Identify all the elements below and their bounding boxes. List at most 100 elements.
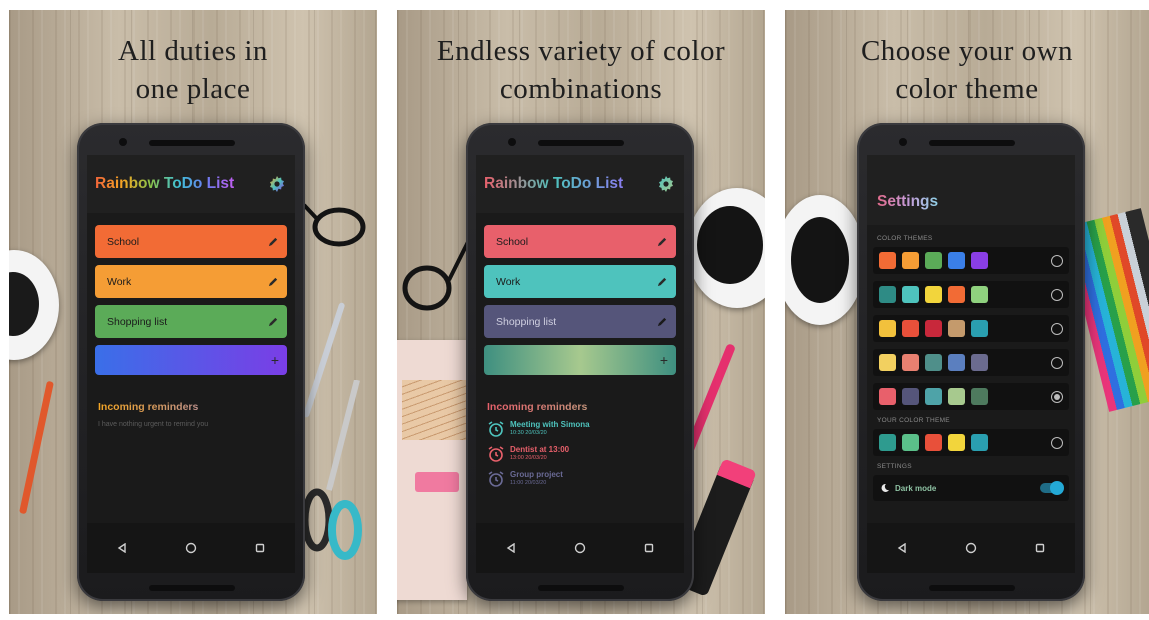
speaker-grille (929, 585, 1015, 591)
caption-line: one place (135, 73, 251, 105)
recents-button[interactable] (639, 538, 659, 558)
back-icon (506, 543, 515, 553)
recents-button[interactable] (1030, 538, 1050, 558)
dark-mode-setting[interactable]: Dark mode (873, 475, 1069, 501)
promo-panel-color-theme: Choose your own color theme Settings COL… (785, 10, 1149, 614)
phone-frame: Rainbow ToDo List School Work Shopping l… (77, 123, 305, 601)
earpiece (149, 140, 235, 146)
reminder-date: 11:00 20/03/20 (510, 480, 547, 486)
theme-option[interactable] (873, 247, 1069, 274)
settings-screen: Settings COLOR THEMES YOUR COLOR THEME S… (867, 155, 1075, 523)
reminder-item[interactable]: Group project 11:00 20/03/20 (487, 470, 684, 488)
app-title: Rainbow ToDo List (484, 175, 624, 192)
section-label-your-theme: YOUR COLOR THEME (877, 417, 950, 424)
coffee-cup-image (9, 250, 59, 360)
theme-option[interactable] (873, 315, 1069, 342)
theme-option[interactable] (873, 429, 1069, 456)
todo-lists: School Work Shopping list + (87, 213, 295, 375)
reminder-item[interactable]: Meeting with Simona 10:30 20/03/20 (487, 420, 684, 438)
reminders-empty-text: I have nothing urgent to remind you (98, 421, 209, 428)
color-swatch (925, 388, 942, 405)
home-button[interactable] (570, 538, 590, 558)
color-swatch (948, 434, 965, 451)
eraser-image (415, 472, 459, 492)
list-label: Work (496, 275, 521, 288)
color-swatch (948, 252, 965, 269)
dark-mode-toggle[interactable] (1040, 481, 1064, 495)
color-swatch (902, 388, 919, 405)
home-button[interactable] (181, 538, 201, 558)
color-swatch (879, 252, 896, 269)
color-swatch (948, 388, 965, 405)
home-icon (185, 542, 197, 554)
color-swatch (902, 286, 919, 303)
list-item-shopping[interactable]: Shopping list (484, 305, 676, 338)
theme-option[interactable] (873, 281, 1069, 308)
reminders-heading: Incoming reminders (487, 401, 684, 413)
notebook-image (397, 340, 467, 600)
coffee-cup-image (785, 195, 865, 325)
list-label: Shopping list (107, 315, 168, 328)
moon-icon (881, 483, 889, 492)
back-icon (117, 543, 126, 553)
list-item-work[interactable]: Work (484, 265, 676, 298)
recents-icon (256, 543, 265, 553)
speaker-grille (149, 585, 235, 591)
gear-icon[interactable] (658, 176, 674, 192)
theme-radio-button[interactable] (1051, 356, 1063, 369)
list-item-shopping[interactable]: Shopping list (95, 305, 287, 338)
glasses-image (302, 203, 366, 247)
promo-panel-all-duties: All duties in one place Rainbow ToDo Lis… (9, 10, 377, 614)
alarm-clock-icon (488, 421, 504, 437)
add-list-button[interactable]: + (484, 345, 676, 375)
reminder-item[interactable]: Dentist at 13:00 13:00 20/03/20 (487, 445, 684, 463)
list-item-school[interactable]: School (95, 225, 287, 258)
theme-radio-button[interactable] (1051, 288, 1063, 301)
color-swatch (925, 354, 942, 371)
earpiece (929, 140, 1015, 146)
color-swatch (948, 354, 965, 371)
app-header: Rainbow ToDo List (87, 155, 295, 213)
pencil-icon[interactable] (657, 316, 668, 327)
back-button[interactable] (892, 538, 912, 558)
theme-radio-button[interactable] (1051, 254, 1063, 267)
theme-option[interactable] (873, 349, 1069, 376)
theme-option[interactable] (873, 383, 1069, 410)
pencil-icon[interactable] (657, 276, 668, 287)
scissors-image (301, 380, 362, 560)
app-title: Rainbow ToDo List (95, 175, 235, 192)
list-label: School (496, 235, 529, 248)
pencil-icon[interactable] (657, 236, 668, 247)
theme-radio-button[interactable] (1051, 390, 1063, 403)
section-label-color-themes: COLOR THEMES (877, 235, 933, 242)
page-title: Settings (877, 193, 939, 210)
add-list-button[interactable]: + (95, 345, 287, 375)
theme-radio-button[interactable] (1051, 436, 1063, 449)
caption-line: All duties in (118, 35, 268, 67)
recents-button[interactable] (250, 538, 270, 558)
pencil-icon[interactable] (268, 276, 279, 287)
back-icon (897, 543, 906, 553)
list-label: School (107, 235, 140, 248)
color-swatch (879, 434, 896, 451)
list-item-school[interactable]: School (484, 225, 676, 258)
pencil-icon[interactable] (268, 236, 279, 247)
theme-radio-button[interactable] (1051, 322, 1063, 335)
theme-list (873, 247, 1069, 410)
color-swatch (902, 354, 919, 371)
color-swatch (879, 286, 896, 303)
dark-mode-label: Dark mode (895, 483, 937, 493)
home-button[interactable] (961, 538, 981, 558)
gear-icon[interactable] (269, 176, 285, 192)
color-swatch (879, 388, 896, 405)
back-button[interactable] (112, 538, 132, 558)
settings-header: Settings (867, 155, 1075, 225)
custom-theme-container (873, 429, 1069, 456)
app-header: Rainbow ToDo List (476, 155, 684, 213)
recents-icon (645, 543, 654, 553)
color-swatch (948, 286, 965, 303)
back-button[interactable] (501, 538, 521, 558)
color-swatch (879, 320, 896, 337)
list-item-work[interactable]: Work (95, 265, 287, 298)
pencil-icon[interactable] (268, 316, 279, 327)
